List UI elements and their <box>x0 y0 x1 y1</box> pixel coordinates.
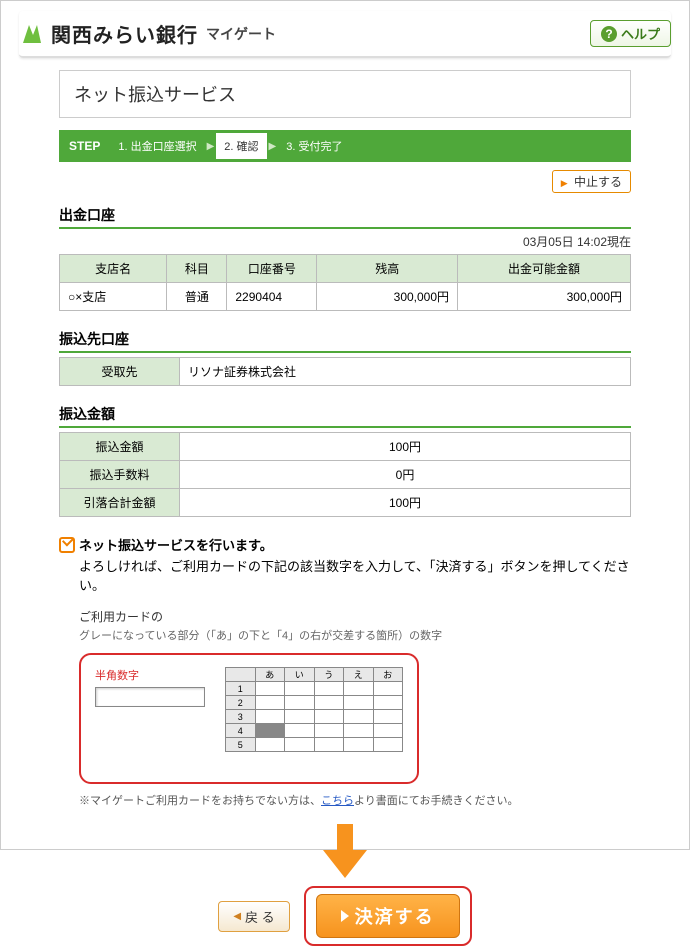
service-title: ネット振込サービス <box>59 70 631 118</box>
step-label: STEP <box>59 139 110 153</box>
help-icon: ? <box>601 26 617 42</box>
check-icon <box>59 537 75 553</box>
table-row: 振込手数料 0円 <box>60 461 631 489</box>
note-prefix: ※マイゲートご利用カードをお持ちでない方は、 <box>79 795 321 807</box>
amount-table: 振込金額 100円 振込手数料 0円 引落合計金額 100円 <box>59 432 631 517</box>
note-link[interactable]: こちら <box>321 795 354 807</box>
table-row: 引落合計金額 100円 <box>60 489 631 517</box>
table-row: 受取先 リソナ証券株式会社 <box>60 358 631 386</box>
cancel-button[interactable]: 中止する <box>552 170 631 193</box>
help-button[interactable]: ? ヘルプ <box>590 20 671 47</box>
cell-available: 300,000円 <box>458 283 631 311</box>
back-button[interactable]: 戻 る <box>218 901 289 932</box>
confirm-title-row: ネット振込サービスを行います。 <box>59 535 631 554</box>
card-number-input[interactable] <box>95 687 205 707</box>
card-label: ご利用カードの <box>79 608 631 625</box>
timestamp: 03月05日 14:02現在 <box>59 233 631 250</box>
bank-name: 関西みらい銀行 <box>51 19 198 48</box>
amount-label-2: 引落合計金額 <box>60 489 180 517</box>
amount-value-0: 100円 <box>180 433 631 461</box>
section-amount-title: 振込金額 <box>59 404 631 428</box>
help-label: ヘルプ <box>621 24 660 43</box>
confirm-body: よろしければ、ご利用カードの下記の該当数字を入力して、「決済する」ボタンを押して… <box>59 556 631 594</box>
logo-area: 関西みらい銀行 マイゲート <box>19 19 276 48</box>
bank-logo-icon <box>19 21 45 47</box>
step-1: 1. 出金口座選択 <box>110 130 204 162</box>
note-suffix: より書面にてお手続きください。 <box>354 795 518 807</box>
step-bar: STEP 1. 出金口座選択 ▶ 2. 確認 ▶ 3. 受付完了 <box>59 130 631 162</box>
cell-kamoku: 普通 <box>167 283 227 311</box>
card-input-box: 半角数字 あいうえお 1 2 3 4 5 <box>79 653 419 784</box>
step-2: 2. 確認 <box>216 133 266 159</box>
input-left: 半角数字 <box>95 667 205 707</box>
section-dest-title: 振込先口座 <box>59 329 631 353</box>
confirm-box: ネット振込サービスを行います。 よろしければ、ご利用カードの下記の該当数字を入力… <box>59 535 631 594</box>
th-kamoku: 科目 <box>167 255 227 283</box>
payee-label: 受取先 <box>60 358 180 386</box>
amount-label-1: 振込手数料 <box>60 461 180 489</box>
submit-button[interactable]: 決済する <box>316 894 460 938</box>
table-header-row: 支店名 科目 口座番号 残高 出金可能金額 <box>60 255 631 283</box>
content: ネット振込サービス STEP 1. 出金口座選択 ▶ 2. 確認 ▶ 3. 受付… <box>19 70 671 946</box>
header: 関西みらい銀行 マイゲート ? ヘルプ <box>19 11 671 58</box>
app-frame: 関西みらい銀行 マイゲート ? ヘルプ ネット振込サービス STEP 1. 出金… <box>0 0 690 850</box>
section-account-out-title: 出金口座 <box>59 205 631 229</box>
button-row: 戻 る 決済する <box>59 886 631 946</box>
step-3: 3. 受付完了 <box>278 130 350 162</box>
chevron-right-icon: ▶ <box>205 141 217 152</box>
account-out-table: 支店名 科目 口座番号 残高 出金可能金額 ○×支店 普通 2290404 30… <box>59 254 631 311</box>
table-row: ○×支店 普通 2290404 300,000円 300,000円 <box>60 283 631 311</box>
confirm-title: ネット振込サービスを行います。 <box>79 535 273 554</box>
cancel-row: 中止する <box>59 170 631 193</box>
payee-value: リソナ証券株式会社 <box>180 358 631 386</box>
card-sub: グレーになっている部分（「あ」の下と「4」の右が交差する箇所）の数字 <box>79 627 631 643</box>
th-number: 口座番号 <box>227 255 317 283</box>
amount-value-2: 100円 <box>180 489 631 517</box>
chevron-right-icon: ▶ <box>267 141 279 152</box>
cell-balance: 300,000円 <box>317 283 458 311</box>
th-balance: 残高 <box>317 255 458 283</box>
submit-highlight: 決済する <box>304 886 472 946</box>
th-branch: 支店名 <box>60 255 167 283</box>
note: ※マイゲートご利用カードをお持ちでない方は、こちらより書面にてお手続きください。 <box>59 792 631 808</box>
mygate-label: マイゲート <box>206 24 276 44</box>
card-grid: あいうえお 1 2 3 4 5 <box>225 667 403 752</box>
amount-value-1: 0円 <box>180 461 631 489</box>
card-area: ご利用カードの グレーになっている部分（「あ」の下と「4」の右が交差する箇所）の… <box>59 608 631 643</box>
cell-branch: ○×支店 <box>60 283 167 311</box>
table-row: 振込金額 100円 <box>60 433 631 461</box>
cell-number: 2290404 <box>227 283 317 311</box>
arrow-down-icon <box>323 824 367 878</box>
dest-table: 受取先 リソナ証券株式会社 <box>59 357 631 386</box>
th-available: 出金可能金額 <box>458 255 631 283</box>
input-label: 半角数字 <box>95 667 205 683</box>
amount-label-0: 振込金額 <box>60 433 180 461</box>
